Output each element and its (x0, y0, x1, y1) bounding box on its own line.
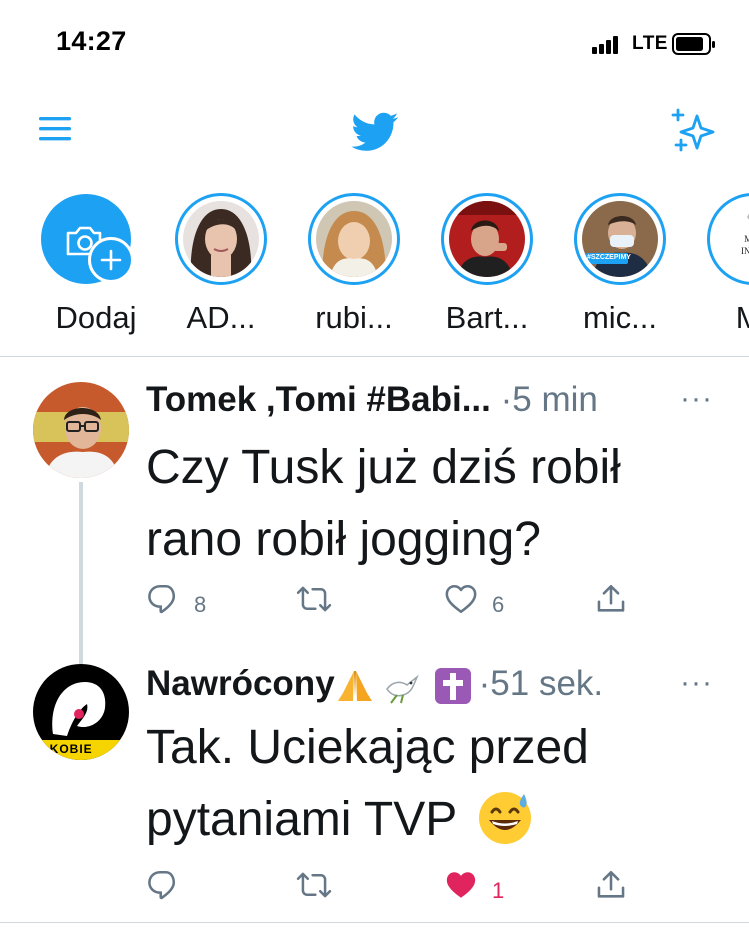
tweet-text-line: pytaniami TVP (146, 793, 457, 846)
fleet-avatar (183, 201, 259, 277)
tweet-divider (0, 922, 749, 923)
fleet-user-3[interactable]: Bart... (427, 188, 547, 348)
dove-emoji (385, 674, 419, 704)
tweet-text: Tak. Uciekając przed pytaniami TVP (146, 712, 736, 856)
like-count: 1 (492, 878, 505, 903)
network-type: LTE (632, 33, 668, 54)
reply-icon (148, 584, 176, 614)
battery-icon (672, 33, 715, 55)
fleet-user-4[interactable]: #SZCZEPIMY mic... (560, 188, 680, 348)
latin-cross-emoji (434, 667, 471, 704)
avatar-caption: O KOBIE (35, 742, 93, 756)
status-bar: 14:27 LTE (0, 0, 749, 80)
tweet-author-name[interactable]: Nawrócony (146, 664, 335, 703)
fleet-label: Dodaj (55, 300, 137, 335)
add-plus-icon (88, 237, 134, 283)
signal-strength-icon (592, 36, 622, 54)
tweet-text-line-with-emoji: pytaniami TVP (146, 784, 736, 856)
fleet-label: AD... (186, 300, 256, 335)
fleet-ring (441, 193, 533, 285)
tweet[interactable]: Tomek ,Tomi #Babi... ·5 min ··· Czy Tusk… (0, 356, 749, 656)
grinning-sweat-emoji (478, 792, 531, 845)
fleet-user-5[interactable]: MINIS INFRAS MI (693, 188, 749, 348)
fleet-ring (308, 193, 400, 285)
share-icon (597, 870, 625, 898)
fleet-avatar (316, 201, 392, 277)
heart-filled-icon (446, 872, 476, 898)
fleet-user-1[interactable]: AD... (161, 188, 281, 348)
more-options-icon[interactable]: ··· (680, 666, 713, 700)
retweet-icon (296, 872, 332, 898)
fleet-avatar (449, 201, 525, 277)
top-navigation (0, 90, 749, 170)
share-icon (597, 584, 625, 612)
fleets-bar: Dodaj AD... rubi... Bart... #SZCZEPIMY m… (0, 188, 749, 348)
fleet-label: mic... (582, 300, 658, 335)
thread-line (79, 482, 83, 656)
tweet-actions: 8 6 (146, 582, 746, 622)
status-time: 14:27 (56, 26, 127, 56)
tweet[interactable]: O KOBIE Nawrócony ·51 sek. ··· Tak. Uciek… (0, 656, 749, 922)
tweet-avatar[interactable] (33, 382, 129, 478)
tweet-actions: 1 (146, 868, 746, 908)
twitter-bird-icon[interactable] (346, 108, 404, 156)
fleet-avatar: MINIS INFRAS (715, 201, 749, 277)
reply-count: 8 (194, 592, 207, 617)
tweet-text-line: Tak. Uciekając przed (146, 721, 589, 774)
fleet-badge-text: #SZCZEPIMY (587, 254, 631, 261)
tweet-timestamp[interactable]: ·51 sek. (479, 664, 604, 703)
fleet-label: Bart... (445, 300, 529, 335)
fleet-label: rubi... (315, 300, 393, 335)
fleet-label: MI (735, 300, 749, 335)
tweet-author-name[interactable]: Tomek ,Tomi #Babi... (146, 380, 491, 419)
reply-icon (148, 870, 176, 900)
fleet-user-2[interactable]: rubi... (294, 188, 414, 348)
tweet-text-line: Czy Tusk już dziś robił (146, 441, 621, 494)
tweet-timestamp[interactable]: ·5 min (501, 380, 598, 419)
like-count: 6 (492, 592, 505, 617)
fleet-avatar: #SZCZEPIMY (582, 201, 658, 277)
thread-line (79, 656, 83, 664)
top-tweets-sparkle-icon[interactable] (666, 108, 720, 156)
fleet-logo-text: MINIS INFRAS (740, 234, 749, 256)
folded-hands-emoji (337, 670, 372, 701)
tweet-avatar[interactable]: O KOBIE (33, 664, 129, 760)
hamburger-menu-icon[interactable] (38, 112, 72, 146)
fleet-ring: MINIS INFRAS (707, 193, 749, 285)
fleet-add[interactable]: Dodaj (0, 188, 137, 348)
more-options-icon[interactable]: ··· (680, 382, 713, 416)
fleet-ring (175, 193, 267, 285)
tweet-text: Czy Tusk już dziś robił rano robił joggi… (146, 432, 736, 576)
heart-icon (445, 584, 477, 614)
fleet-ring: #SZCZEPIMY (574, 193, 666, 285)
tweet-text-line: rano robił jogging? (146, 513, 541, 566)
retweet-icon (296, 586, 332, 612)
